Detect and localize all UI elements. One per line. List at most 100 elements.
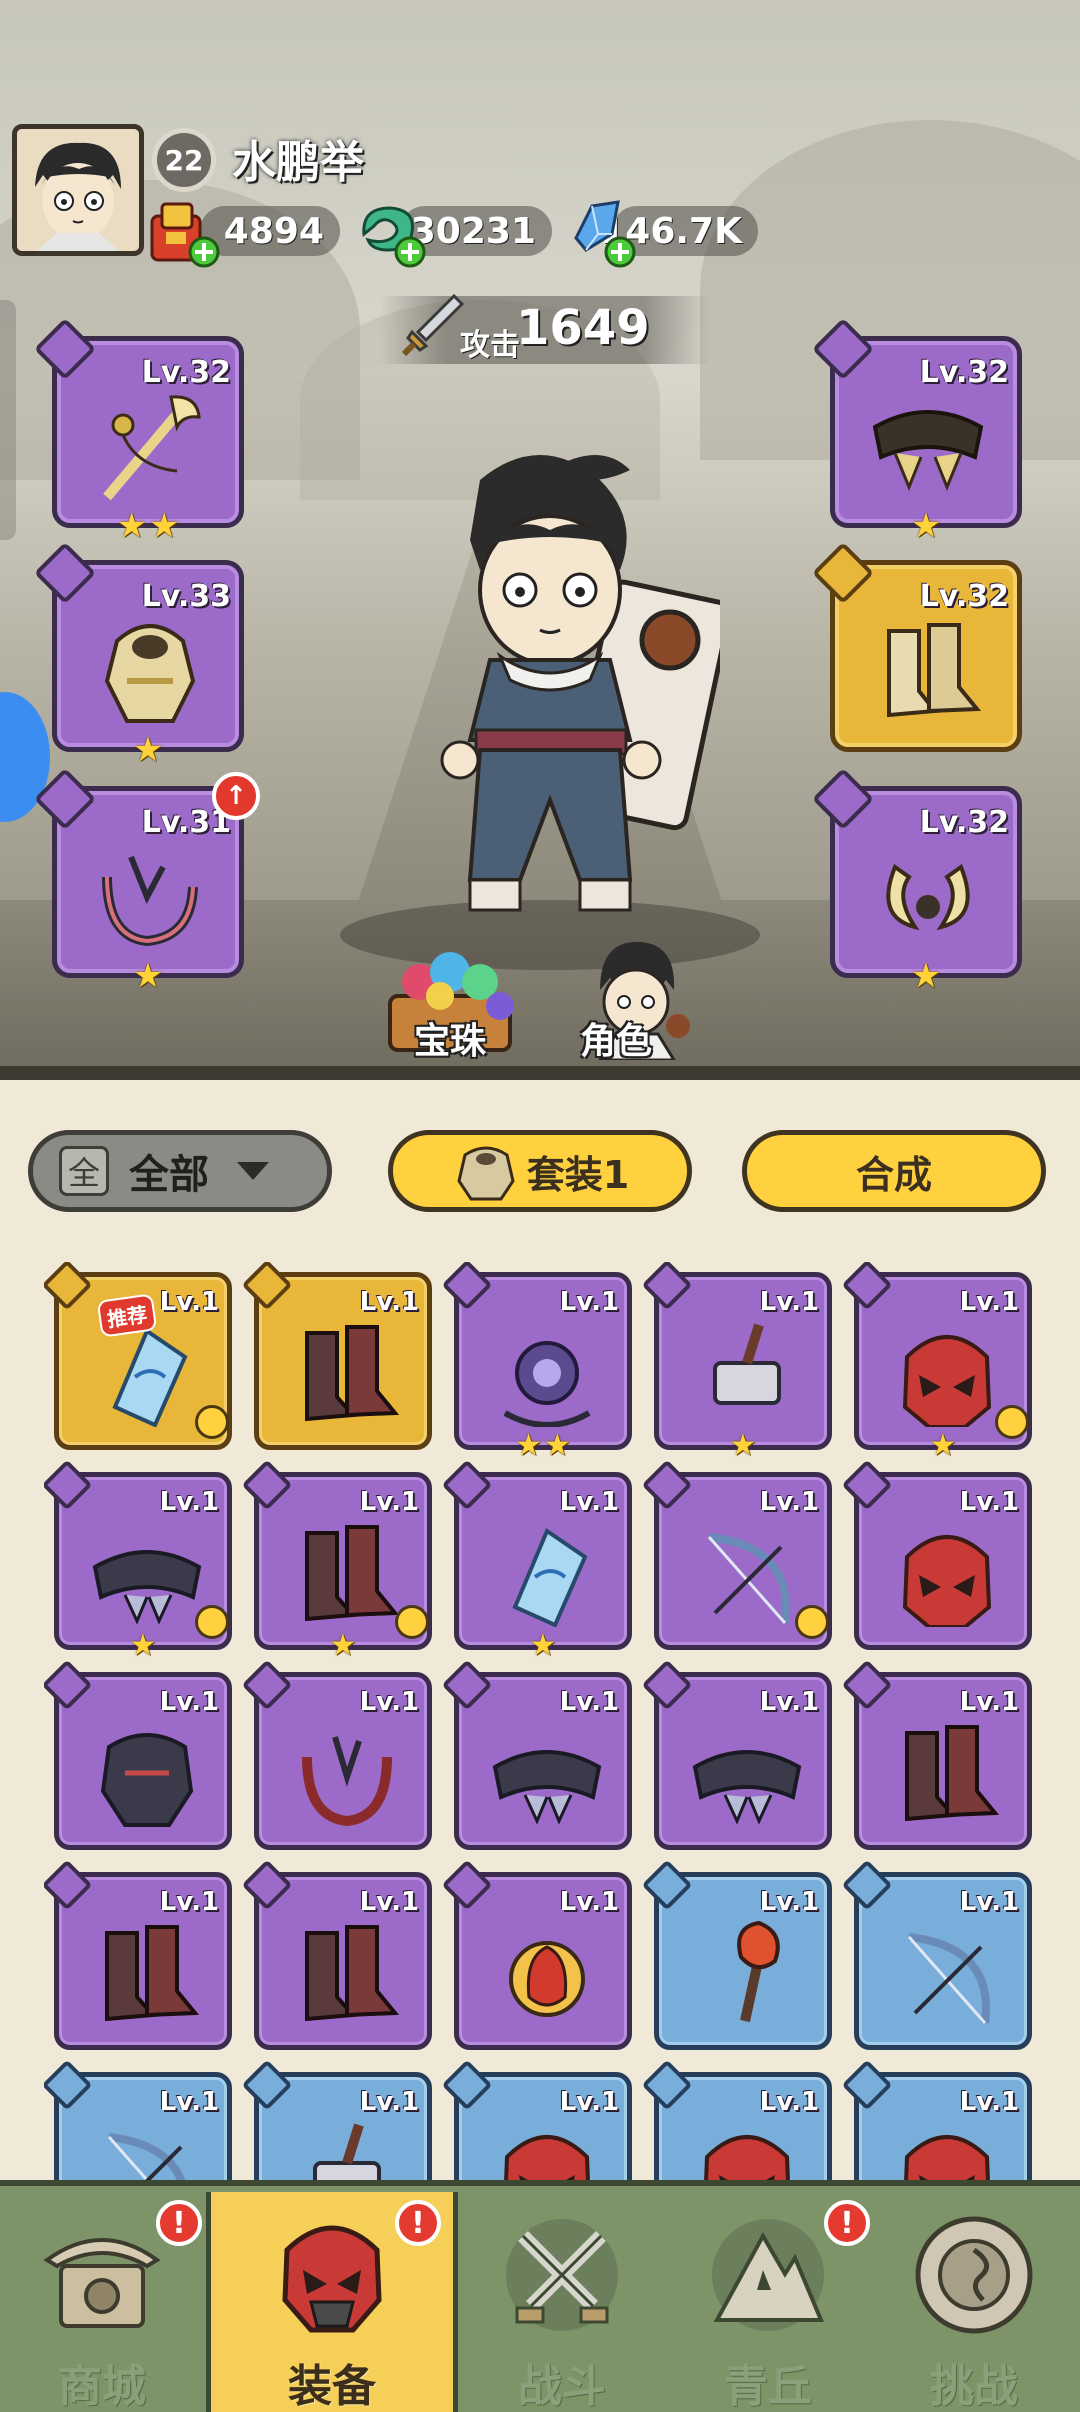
necklace-icon	[302, 1736, 392, 1827]
inventory-item[interactable]: Lv.1 ★	[441, 1459, 632, 1661]
nav-tab-equipment[interactable]: 装备 !	[206, 2192, 458, 2412]
inventory-item[interactable]: Lv.1	[841, 1459, 1032, 1650]
equip-slot-necklace[interactable]: Lv.31 ★	[33, 767, 244, 993]
inventory-item[interactable]: Lv.1 ★	[241, 1459, 432, 1661]
orb-button-label[interactable]: 宝珠	[414, 1012, 486, 1064]
inventory-item[interactable]: Lv.1	[641, 1659, 832, 1850]
item-type-icon	[641, 1659, 693, 1711]
boots-icon	[905, 1725, 1000, 1822]
inventory-item[interactable]: Lv.1 ★	[841, 1262, 1032, 1461]
nav-label: 青丘	[724, 2361, 812, 2412]
slot-level: Lv.32	[919, 579, 1009, 614]
item-level: Lv.1	[959, 1887, 1019, 1917]
inventory-item[interactable]: Lv.1	[241, 1262, 432, 1450]
inventory-item[interactable]: Lv.1	[241, 2059, 432, 2182]
alert-badge-icon: !	[395, 2200, 441, 2246]
item-type-icon	[241, 1859, 293, 1911]
inventory-item[interactable]: Lv.1	[441, 2059, 632, 2182]
item-type-icon	[44, 1262, 93, 1311]
equip-slot-belt[interactable]: Lv.32 ★	[811, 317, 1022, 543]
inventory-item[interactable]: Lv.1 ★ ★	[441, 1262, 632, 1461]
item-type-icon	[841, 2059, 893, 2111]
item-level: Lv.1	[759, 1687, 819, 1717]
flame-amulet-icon	[509, 1941, 585, 2017]
inventory-item[interactable]: Lv.1	[841, 1659, 1032, 1850]
filter-dropdown[interactable]: 全 全部	[28, 1130, 332, 1212]
upgrade-arrow-icon[interactable]: ↑	[212, 772, 260, 820]
item-type-icon	[44, 1459, 93, 1511]
bow-icon	[107, 2133, 187, 2182]
belt-icon	[492, 1750, 602, 1825]
star-icon: ★	[729, 1428, 757, 1463]
star-rating: ★ ★	[116, 506, 180, 546]
ring-icon	[886, 863, 970, 931]
side-panel-edge	[0, 300, 16, 540]
item-level: Lv.1	[559, 1487, 619, 1517]
item-level: Lv.1	[359, 2087, 419, 2117]
item-type-icon	[241, 1459, 293, 1511]
equipment-helmet-icon	[282, 2225, 382, 2333]
boots-icon	[305, 1325, 400, 1422]
set-piece-icon	[795, 1605, 829, 1639]
gift-box-icon[interactable]	[146, 194, 224, 272]
equip-slot-armor[interactable]: Lv.33 ★	[33, 541, 244, 767]
player-avatar[interactable]	[12, 124, 144, 256]
hero-character[interactable]	[380, 440, 720, 960]
merge-button-label: 合成	[855, 1152, 932, 1197]
shop-icon	[43, 2238, 161, 2328]
inventory-item[interactable]: Lv.1	[641, 1859, 832, 2050]
merge-button[interactable]: 合成	[742, 1130, 1046, 1212]
nav-tab-qingqiu[interactable]: 青丘 !	[666, 2192, 870, 2412]
star-rating: ★	[459, 1631, 627, 1661]
player-level-badge: 22	[152, 128, 216, 192]
nav-tab-shop[interactable]: 商城 !	[0, 2192, 204, 2412]
item-type-icon	[241, 1659, 293, 1711]
filter-all-icon: 全	[59, 1146, 109, 1196]
ice-armor-icon	[903, 2135, 991, 2182]
item-level: Lv.1	[159, 1487, 219, 1517]
inventory-item[interactable]: Lv.1	[241, 1859, 432, 2050]
item-level: Lv.1	[959, 1287, 1019, 1317]
item-type-icon	[841, 1859, 893, 1911]
inventory-item[interactable]: Lv.1	[441, 1859, 632, 2050]
inventory-grid: Lv.1 推荐 Lv.1 Lv.1 ★ ★ Lv.1 ★ Lv.1 ★ Lv.1 ★ Lv.1 ★ Lv.1…	[44, 1262, 1044, 2182]
item-level: Lv.1	[559, 1887, 619, 1917]
item-level: Lv.1	[959, 1687, 1019, 1717]
star-icon: ★	[329, 1628, 357, 1663]
item-type-icon	[841, 1262, 893, 1311]
item-level: Lv.1	[159, 1887, 219, 1917]
inventory-item[interactable]: Lv.1	[44, 1859, 232, 2050]
nav-tab-challenge[interactable]: 挑战	[872, 2192, 1076, 2412]
inventory-item[interactable]: Lv.1 ★	[641, 1262, 832, 1461]
crystal-icon[interactable]	[562, 194, 640, 272]
jade-dragon-icon[interactable]	[352, 194, 430, 272]
inventory-item[interactable]: Lv.1	[841, 2059, 1032, 2182]
item-type-icon	[641, 2059, 693, 2111]
equip-slot-weapon[interactable]: Lv.32 ★ ★	[33, 317, 244, 543]
inventory-item[interactable]: Lv.1	[841, 1859, 1032, 2050]
inventory-item[interactable]: Lv.1	[441, 1659, 632, 1850]
star-rating: ★	[259, 1631, 427, 1661]
star-rating: ★	[659, 1431, 827, 1461]
inventory-item[interactable]: Lv.1	[641, 2059, 832, 2182]
role-button-label[interactable]: 角色	[580, 1012, 652, 1064]
inventory-item[interactable]: Lv.1	[641, 1459, 832, 1650]
star-rating: ★	[59, 1631, 227, 1661]
star-icon: ★	[129, 1628, 157, 1663]
equip-slot-boots[interactable]: Lv.32	[811, 541, 1022, 752]
set-piece-icon	[195, 1405, 229, 1439]
equip-slot-ring[interactable]: Lv.32 ★	[811, 767, 1022, 993]
inventory-item[interactable]: Lv.1 ★	[44, 1459, 232, 1661]
mountain-icon	[712, 2219, 825, 2331]
equipment-set-button[interactable]: 套装1	[388, 1130, 692, 1212]
inventory-item[interactable]: Lv.1	[44, 2059, 232, 2182]
item-level: Lv.1	[359, 1887, 419, 1917]
inventory-item[interactable]: Lv.1	[44, 1659, 232, 1850]
alert-badge-icon: !	[156, 2200, 202, 2246]
bow-icon	[707, 1533, 790, 1624]
inventory-item[interactable]: Lv.1 推荐	[44, 1262, 232, 1450]
item-level: Lv.1	[159, 2087, 219, 2117]
slot-level: Lv.32	[141, 355, 231, 390]
inventory-item[interactable]: Lv.1	[241, 1659, 432, 1850]
nav-tab-battle[interactable]: 战斗	[460, 2192, 664, 2412]
